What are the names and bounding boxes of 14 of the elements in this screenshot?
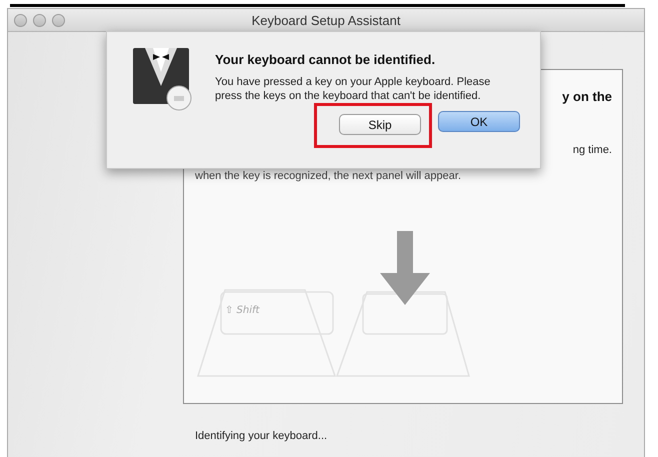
note-text: when the key is recognized, the next panel will appear. <box>195 170 462 182</box>
panel-heading: y on the <box>562 89 612 104</box>
key-label: ⇧ Shift <box>225 305 260 316</box>
dialog-title: Your keyboard cannot be identified. <box>215 52 436 67</box>
dialog-message: You have pressed a key on your Apple keyboard. Please press the keys on the keyboard that can't be identified. <box>215 75 492 103</box>
minimize-button[interactable] <box>33 14 46 26</box>
instruction-text: ng time. <box>572 144 612 156</box>
down-arrow-icon <box>380 231 430 305</box>
close-button[interactable] <box>14 14 27 26</box>
window-title: Keyboard Setup Assistant <box>252 12 400 28</box>
zoom-button[interactable] <box>52 14 65 26</box>
dialog-button[interactable]: Skip <box>339 114 421 135</box>
dialog-button[interactable]: OK <box>438 111 520 132</box>
status-text: Identifying your keyboard... <box>195 430 328 442</box>
